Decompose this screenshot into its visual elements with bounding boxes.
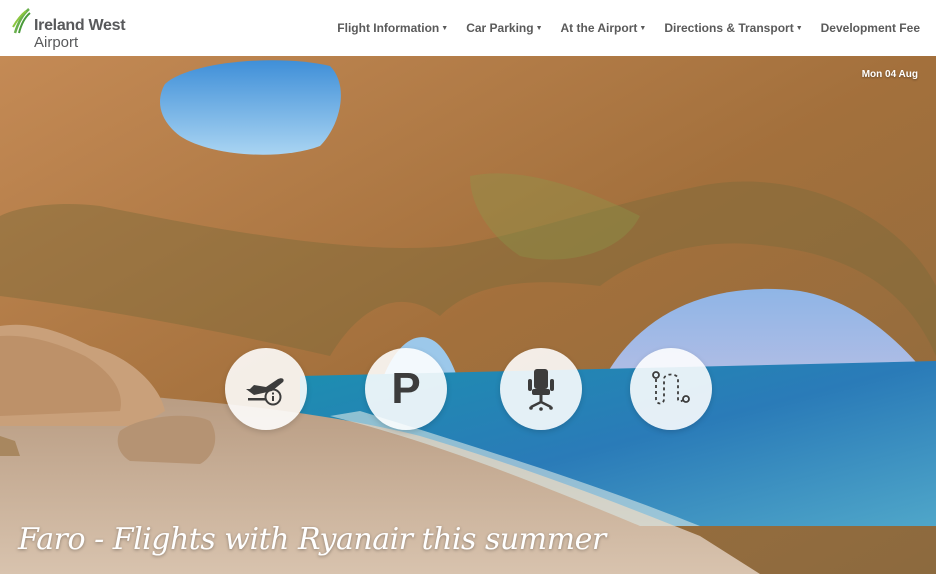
car-parking-quicklink[interactable]: P: [365, 348, 447, 430]
nav-label: Directions & Transport: [664, 21, 794, 35]
parking-icon: P: [391, 364, 421, 413]
hero-banner[interactable]: Mon 04 Aug P Faro - Flights with Ryanair…: [0, 56, 936, 574]
route-icon: [652, 371, 690, 405]
main-nav: Flight Information ▼ Car Parking ▼ At the …: [337, 0, 920, 56]
hero-caption[interactable]: Faro - Flights with Ryanair this summer: [18, 522, 606, 557]
logo-name-line2: Airport: [34, 34, 79, 51]
nav-at-the-airport[interactable]: At the Airport ▼: [561, 21, 647, 35]
nav-label: At the Airport: [560, 21, 638, 35]
logo-swoosh-icon: [12, 8, 31, 34]
nav-car-parking[interactable]: Car Parking ▼: [466, 21, 542, 35]
caret-down-icon: ▼: [639, 24, 647, 32]
nav-directions-transport[interactable]: Directions & Transport ▼: [664, 21, 802, 35]
nav-label: Development Fee: [820, 21, 920, 35]
at-the-airport-quicklink[interactable]: [500, 348, 582, 430]
seat-icon: [528, 369, 554, 411]
directions-transport-quicklink[interactable]: [630, 348, 712, 430]
nav-label: Flight Information: [337, 21, 440, 35]
plane-info-icon: [246, 378, 284, 406]
nav-flight-information[interactable]: Flight Information ▼: [337, 21, 448, 35]
flight-information-quicklink[interactable]: [225, 348, 307, 430]
logo-name-line1: Ireland West: [34, 17, 126, 34]
caret-down-icon: ▼: [795, 24, 803, 32]
nav-development-fee[interactable]: Development Fee: [821, 21, 920, 35]
nav-label: Car Parking: [466, 21, 534, 35]
hero-cave-beach-image: [0, 56, 936, 574]
airport-logo[interactable]: Ireland West Airport: [12, 7, 132, 51]
site-header: Ireland West Airport Flight Information ▼…: [0, 0, 936, 56]
caret-down-icon: ▼: [441, 24, 449, 32]
current-date: Mon 04 Aug: [861, 69, 918, 80]
caret-down-icon: ▼: [535, 24, 543, 32]
